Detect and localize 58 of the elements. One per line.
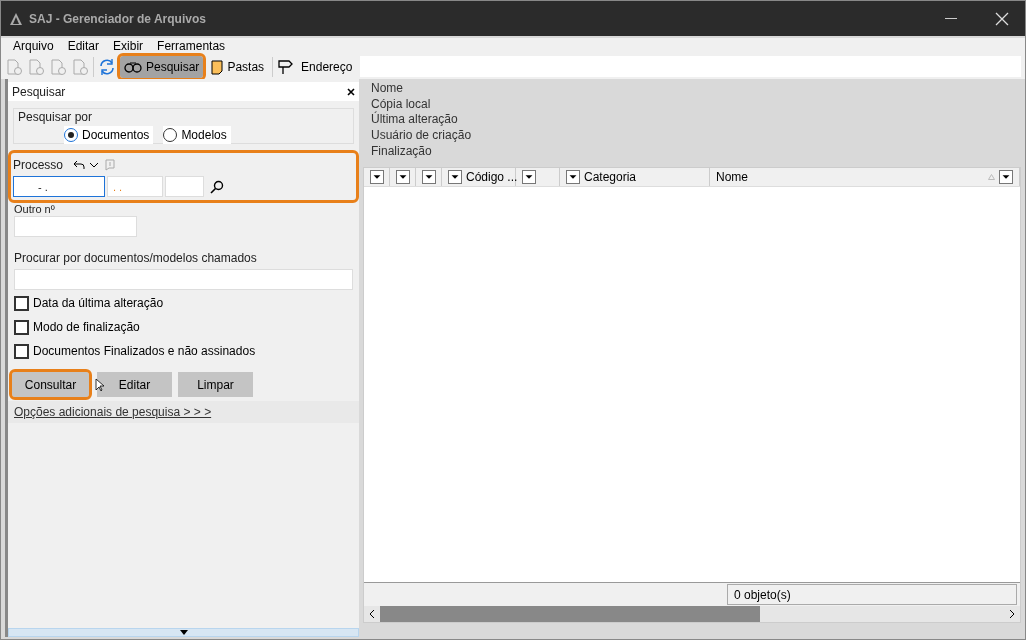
checkbox[interactable] — [14, 343, 29, 359]
dropdown-icon[interactable] — [999, 170, 1013, 184]
dropdown-icon[interactable] — [448, 170, 462, 184]
detail-label: Última alteração — [371, 112, 459, 129]
binoculars-icon — [124, 60, 142, 73]
process-number-field[interactable]: - . — [13, 176, 105, 197]
dropdown-icon[interactable] — [522, 170, 536, 184]
column-header[interactable]: Nome — [710, 168, 1020, 186]
checkbox-option[interactable]: Data da última alteração — [14, 295, 353, 311]
menu-item[interactable]: Arquivo — [13, 37, 54, 55]
chevron-down-icon[interactable] — [89, 162, 100, 168]
close-icon[interactable] — [347, 87, 355, 96]
minimize-icon[interactable] — [945, 17, 957, 20]
cursor-icon — [95, 377, 105, 392]
address-label: Endereço — [300, 58, 354, 76]
field-label: Outro nº — [14, 203, 56, 215]
action-button[interactable]: Consultar — [12, 372, 89, 397]
group-label: Pesquisar por — [18, 110, 94, 124]
field-label: Procurar por documentos/modelos chamados — [14, 250, 258, 267]
name-search-field[interactable] — [14, 269, 353, 290]
checkbox-option[interactable]: Documentos Finalizados e não assinados — [14, 343, 353, 359]
detail-label: Nome — [371, 81, 404, 97]
folder-icon — [211, 58, 224, 75]
action-button[interactable]: Limpar — [178, 372, 253, 397]
horizontal-scrollbar[interactable] — [364, 606, 1020, 622]
radio-option[interactable]: Documentos — [64, 126, 154, 144]
radio-option[interactable]: Modelos — [163, 126, 231, 144]
search-tab[interactable]: Pesquisar — [120, 55, 204, 78]
folders-tab[interactable]: Pastas — [207, 55, 269, 78]
checkbox-option[interactable]: Modo de finalização — [14, 319, 353, 335]
field-label: Processo — [13, 157, 64, 174]
window-title: SAJ - Gerenciador de Arquivos — [29, 10, 206, 28]
column-header[interactable]: Código ... — [442, 168, 516, 186]
detail-label: Usuário de criação — [371, 128, 473, 144]
process-origin-field[interactable] — [165, 176, 204, 197]
app-logo-icon — [9, 11, 23, 26]
detail-label: Cópia local — [371, 96, 432, 112]
signpost-icon[interactable] — [277, 58, 294, 75]
dropdown-icon[interactable] — [422, 170, 436, 184]
panel-title: Pesquisar — [12, 83, 66, 101]
dropdown-icon[interactable] — [396, 170, 410, 184]
menu-item[interactable]: Exibir — [113, 37, 144, 55]
sort-icon — [988, 174, 995, 180]
checkbox[interactable] — [14, 295, 29, 311]
action-button[interactable]: Editar — [97, 372, 172, 397]
menu-item[interactable]: Ferramentas — [157, 37, 226, 55]
dropdown-icon[interactable] — [566, 170, 580, 184]
checkbox[interactable] — [14, 319, 29, 335]
refresh-icon[interactable] — [98, 57, 116, 76]
column-header[interactable]: Categoria — [560, 168, 710, 186]
dropdown-icon[interactable] — [370, 170, 384, 184]
other-number-field[interactable] — [14, 216, 137, 237]
undo-icon[interactable] — [73, 160, 86, 170]
detail-label: Finalização — [371, 143, 433, 160]
status-count: 0 objeto(s) — [727, 584, 1017, 605]
search-icon[interactable] — [210, 179, 224, 194]
expand-down-icon[interactable] — [179, 630, 188, 635]
menu-item[interactable]: Editar — [67, 37, 100, 55]
